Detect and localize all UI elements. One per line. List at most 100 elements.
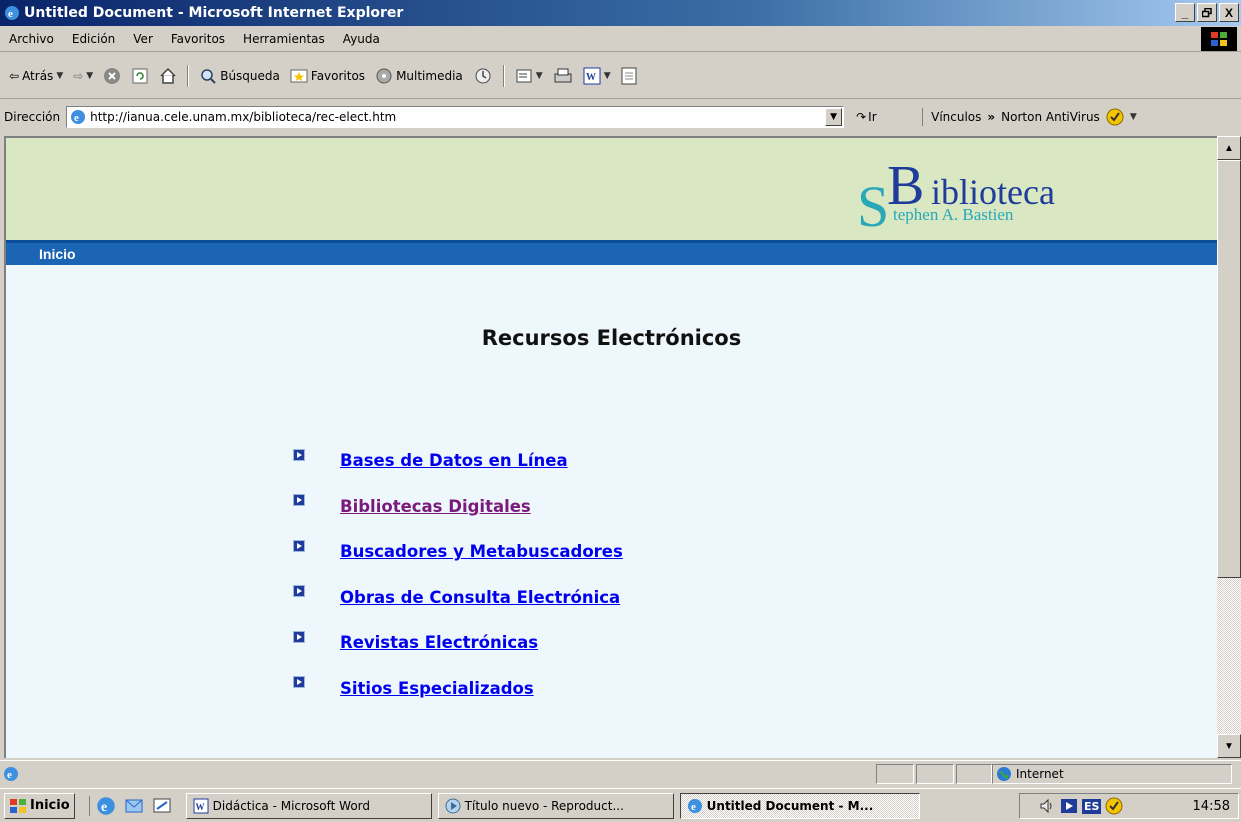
menu-edicion[interactable]: Edición: [63, 32, 124, 46]
stop-button[interactable]: [100, 65, 124, 87]
chevron-double-right-icon[interactable]: »: [987, 110, 995, 124]
show-desktop-icon[interactable]: [152, 796, 172, 816]
chevron-down-icon[interactable]: ▼: [604, 71, 611, 81]
start-button[interactable]: Inicio: [4, 792, 75, 819]
back-button[interactable]: ⇦ Atrás ▼: [6, 67, 66, 85]
search-button[interactable]: Búsqueda: [196, 65, 283, 87]
link-bibliotecas-digitales[interactable]: Bibliotecas Digitales: [340, 497, 531, 516]
close-button[interactable]: X: [1219, 3, 1239, 22]
link-revistas[interactable]: Revistas Electrónicas: [340, 633, 538, 652]
back-label: Atrás: [22, 68, 54, 83]
maximize-button[interactable]: [1197, 3, 1217, 22]
task-label: Didáctica - Microsoft Word: [212, 798, 371, 813]
multimedia-button[interactable]: Multimedia: [372, 65, 466, 87]
standard-toolbar: ⇦ Atrás ▼ ⇨ ▼ Búsqueda Favoritos Multime…: [0, 53, 1241, 99]
task-label: Título nuevo - Reproduct...: [464, 798, 624, 813]
menu-favoritos[interactable]: Favoritos: [162, 32, 234, 46]
norton-icon[interactable]: [1106, 108, 1124, 126]
outlook-express-icon[interactable]: [124, 796, 144, 816]
favorites-button[interactable]: Favoritos: [287, 65, 368, 87]
chevron-down-icon[interactable]: ▼: [86, 71, 93, 81]
list-item: Sitios Especializados: [293, 666, 623, 712]
mail-button[interactable]: ▼: [512, 65, 546, 87]
refresh-icon: [132, 68, 148, 83]
stop-icon: [104, 67, 121, 84]
internet-explorer-page-icon: e: [71, 109, 86, 124]
favorites-label: Favoritos: [310, 68, 366, 83]
history-button[interactable]: [470, 65, 496, 87]
internet-explorer-icon[interactable]: e: [96, 796, 116, 816]
svg-text:e: e: [101, 799, 107, 814]
menu-ayuda[interactable]: Ayuda: [334, 32, 389, 46]
menu-ver[interactable]: Ver: [124, 32, 162, 46]
url-text[interactable]: http://ianua.cele.unam.mx/biblioteca/rec…: [90, 110, 396, 124]
link-sitios[interactable]: Sitios Especializados: [340, 679, 534, 698]
volume-icon[interactable]: [1038, 797, 1056, 815]
chevron-down-icon[interactable]: ▼: [56, 71, 63, 81]
task-media-player[interactable]: Título nuevo - Reproduct...: [437, 792, 674, 819]
address-input[interactable]: e http://ianua.cele.unam.mx/biblioteca/r…: [66, 105, 845, 128]
discuss-button[interactable]: [618, 65, 640, 87]
media-tray-icon[interactable]: [1060, 797, 1078, 815]
links-bar: Vínculos » Norton AntiVirus ▼: [922, 107, 1137, 126]
task-label: Untitled Document - M...: [706, 798, 874, 813]
taskbar: Inicio e W Didáctica - Microsoft Word Tí…: [0, 788, 1241, 822]
print-button[interactable]: [550, 65, 576, 87]
link-obras-de-consulta[interactable]: Obras de Consulta Electrónica: [340, 588, 620, 607]
svg-text:W: W: [195, 802, 204, 812]
scroll-down-button[interactable]: ▼: [1217, 734, 1241, 758]
multimedia-icon: [376, 68, 392, 83]
chevron-down-icon[interactable]: ▼: [1130, 112, 1137, 122]
link-buscadores[interactable]: Buscadores y Metabuscadores: [340, 542, 623, 561]
search-label: Búsqueda: [220, 68, 280, 83]
scroll-up-button[interactable]: ▲: [1217, 136, 1241, 160]
history-icon: [475, 68, 491, 83]
list-item: Buscadores y Metabuscadores: [293, 529, 623, 575]
windows-logo-icon: [1201, 27, 1237, 51]
print-icon: [554, 68, 572, 82]
page-title-text: Recursos Electrónicos: [481, 326, 742, 350]
chevron-down-icon[interactable]: ▼: [536, 71, 543, 81]
go-button[interactable]: ↷ Ir: [856, 110, 916, 124]
task-word[interactable]: W Didáctica - Microsoft Word: [185, 792, 432, 819]
favorites-star-icon: [290, 69, 308, 82]
window-title: Untitled Document - Microsoft Internet E…: [24, 5, 404, 21]
norton-tray-icon[interactable]: [1105, 797, 1123, 815]
norton-antivirus-label[interactable]: Norton AntiVirus: [1001, 110, 1100, 124]
menu-archivo[interactable]: Archivo: [0, 32, 63, 46]
nav-home-link[interactable]: Inicio: [39, 246, 76, 262]
language-indicator[interactable]: ES: [1082, 798, 1102, 814]
go-label: Ir: [868, 109, 877, 124]
home-button[interactable]: [156, 65, 180, 87]
forward-arrow-icon: ⇨: [73, 68, 84, 83]
edit-button[interactable]: W ▼: [580, 65, 614, 87]
svg-text:W: W: [586, 72, 596, 83]
bullet-arrow-icon: [293, 585, 305, 598]
address-bar: Dirección e http://ianua.cele.unam.mx/bi…: [0, 100, 1241, 133]
zone-label: Internet: [1016, 767, 1064, 781]
forward-button[interactable]: ⇨ ▼: [70, 67, 96, 85]
arrow-up-icon: ▲: [1224, 142, 1234, 154]
security-zone: Internet: [992, 764, 1232, 784]
list-item: Bases de Datos en Línea: [293, 438, 623, 484]
refresh-button[interactable]: [128, 65, 152, 87]
status-panel: [916, 764, 954, 784]
title-bar: e Untitled Document - Microsoft Internet…: [0, 0, 1241, 26]
biblioteca-logo: S B iblioteca tephen A. Bastien: [857, 156, 1055, 230]
toolbar-separator: [187, 64, 190, 87]
vertical-scrollbar[interactable]: ▲ ▼: [1217, 136, 1241, 758]
link-bases-de-datos[interactable]: Bases de Datos en Línea: [340, 451, 568, 470]
svg-text:e: e: [8, 8, 13, 20]
minimize-button[interactable]: _: [1175, 3, 1195, 22]
go-arrow-icon: ↷: [856, 109, 867, 124]
logo-initial-s: S: [857, 174, 889, 230]
scroll-thumb[interactable]: [1217, 160, 1241, 578]
task-internet-explorer[interactable]: e Untitled Document - M...: [679, 792, 920, 819]
clock: 14:58: [1192, 798, 1230, 814]
home-icon: [160, 67, 176, 84]
nav-strip: Inicio: [6, 240, 1217, 265]
menu-herramientas[interactable]: Herramientas: [234, 32, 334, 46]
multimedia-label: Multimedia: [396, 68, 463, 83]
links-label[interactable]: Vínculos: [931, 110, 981, 124]
chevron-down-icon[interactable]: ▼: [825, 107, 843, 126]
